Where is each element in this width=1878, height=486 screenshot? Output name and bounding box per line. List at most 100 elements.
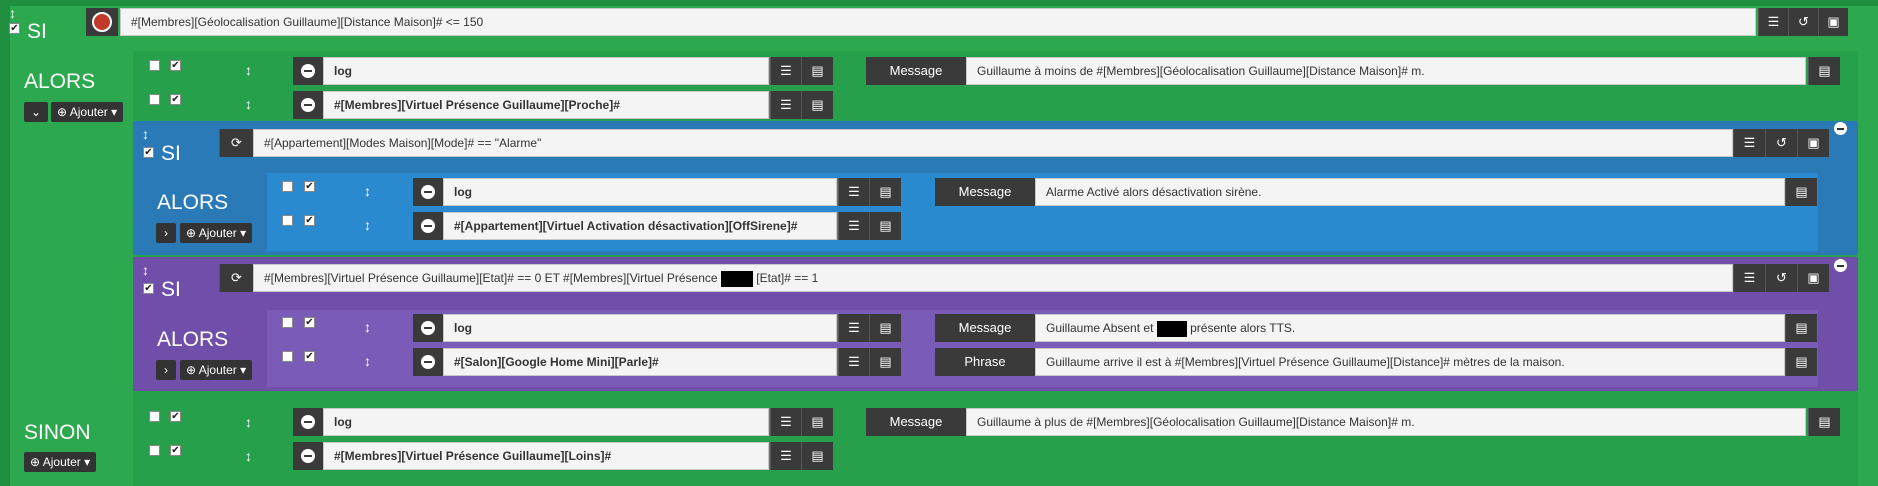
action-cmd-input[interactable]: #[Salon][Google Home Mini][Parle]# [443, 348, 837, 376]
action-enable-checkbox[interactable] [149, 60, 160, 71]
action-enable-checkbox[interactable] [149, 445, 160, 456]
action-active-checkbox[interactable] [170, 411, 181, 422]
list-alt-icon[interactable]: ▤ [1785, 314, 1817, 342]
cube-icon[interactable]: ▣ [1797, 264, 1829, 292]
remove-block-icon[interactable] [1834, 122, 1847, 135]
list-icon[interactable]: ☰ [1733, 129, 1765, 157]
cube-icon[interactable]: ▣ [1818, 8, 1848, 36]
drag-handle-icon[interactable]: ↕ [364, 218, 371, 232]
condition-input[interactable]: #[Membres][Virtuel Présence Guillaume][E… [253, 264, 1733, 292]
drag-handle-icon[interactable]: ↕ [9, 6, 16, 20]
condition-input[interactable]: #[Appartement][Modes Maison][Mode]# == "… [253, 129, 1733, 157]
add-button[interactable]: ⊕ Ajouter ▾ [51, 102, 124, 122]
action-cmd-input[interactable]: log [323, 57, 769, 85]
remove-action-button[interactable] [413, 178, 443, 206]
history-icon[interactable]: ↺ [1765, 129, 1797, 157]
drag-handle-icon[interactable]: ↕ [364, 354, 371, 368]
drag-handle-icon[interactable]: ↕ [142, 127, 149, 141]
remove-action-button[interactable] [293, 408, 323, 436]
list-icon[interactable]: ☰ [770, 442, 801, 470]
drag-handle-icon[interactable]: ↕ [245, 415, 252, 429]
option-value-input[interactable]: Guillaume à moins de #[Membres][Géolocal… [966, 57, 1806, 85]
action-enable-checkbox[interactable] [149, 411, 160, 422]
action-active-checkbox[interactable] [304, 215, 315, 226]
left-strip [0, 6, 10, 486]
list-alt-icon[interactable]: ▤ [869, 348, 901, 376]
cube-icon[interactable]: ▣ [1797, 129, 1829, 157]
expand-button[interactable]: › [156, 360, 176, 380]
condition-mode-button[interactable] [86, 8, 118, 36]
expand-button[interactable]: › [156, 223, 176, 243]
top-strip [0, 0, 1878, 6]
enable-checkbox[interactable] [9, 23, 20, 34]
list-alt-icon[interactable]: ▤ [869, 178, 901, 206]
enable-checkbox[interactable] [143, 147, 154, 158]
action-cmd-input[interactable]: log [443, 178, 837, 206]
action-active-checkbox[interactable] [304, 317, 315, 328]
remove-action-button[interactable] [413, 348, 443, 376]
action-enable-checkbox[interactable] [282, 351, 293, 362]
list-icon[interactable]: ☰ [770, 91, 801, 119]
drag-handle-icon[interactable]: ↕ [245, 97, 252, 111]
list-icon[interactable]: ☰ [770, 408, 801, 436]
add-button[interactable]: ⊕ Ajouter ▾ [180, 360, 253, 380]
drag-handle-icon[interactable]: ↕ [142, 263, 149, 277]
history-icon[interactable]: ↺ [1765, 264, 1797, 292]
action-active-checkbox[interactable] [304, 351, 315, 362]
remove-action-button[interactable] [293, 442, 323, 470]
list-icon[interactable]: ☰ [1758, 8, 1788, 36]
option-value-input[interactable]: Guillaume arrive il est à #[Membres][Vir… [1035, 348, 1785, 376]
list-icon[interactable]: ☰ [1733, 264, 1765, 292]
list-alt-icon[interactable]: ▤ [801, 408, 833, 436]
remove-block-icon[interactable] [1834, 259, 1847, 272]
option-value-input[interactable]: Alarme Activé alors désactivation sirène… [1035, 178, 1785, 206]
drag-handle-icon[interactable]: ↕ [364, 184, 371, 198]
action-cmd-input[interactable]: log [323, 408, 769, 436]
action-active-checkbox[interactable] [170, 445, 181, 456]
option-value-input[interactable]: Guillaume Absent et présente alors TTS. [1035, 314, 1785, 342]
drag-handle-icon[interactable]: ↕ [364, 320, 371, 334]
enable-checkbox[interactable] [143, 283, 154, 294]
list-alt-icon[interactable]: ▤ [1808, 408, 1840, 436]
action-enable-checkbox[interactable] [282, 215, 293, 226]
list-icon[interactable]: ☰ [838, 212, 869, 240]
add-button[interactable]: ⊕ Ajouter ▾ [24, 452, 97, 472]
remove-action-button[interactable] [293, 91, 323, 119]
remove-action-button[interactable] [413, 314, 443, 342]
action-enable-checkbox[interactable] [282, 181, 293, 192]
action-cmd-input[interactable]: #[Appartement][Virtuel Activation désact… [443, 212, 837, 240]
list-icon[interactable]: ☰ [770, 57, 801, 85]
action-cmd-input[interactable]: #[Membres][Virtuel Présence Guillaume][P… [323, 91, 769, 119]
list-alt-icon[interactable]: ▤ [1785, 348, 1817, 376]
list-alt-icon[interactable]: ▤ [869, 212, 901, 240]
remove-action-button[interactable] [413, 212, 443, 240]
option-value-input[interactable]: Guillaume à plus de #[Membres][Géolocali… [966, 408, 1806, 436]
list-icon[interactable]: ☰ [838, 178, 869, 206]
action-enable-checkbox[interactable] [149, 94, 160, 105]
remove-action-button[interactable] [293, 57, 323, 85]
drag-handle-icon[interactable]: ↕ [245, 63, 252, 77]
list-alt-icon[interactable]: ▤ [1808, 57, 1840, 85]
collapse-button[interactable]: ⌄ [24, 102, 48, 122]
refresh-icon[interactable]: ⟳ [219, 264, 253, 292]
minus-circle-icon [421, 321, 435, 335]
list-alt-icon[interactable]: ▤ [801, 57, 833, 85]
history-icon[interactable]: ↺ [1788, 8, 1818, 36]
list-icon[interactable]: ☰ [838, 348, 869, 376]
refresh-icon[interactable]: ⟳ [219, 129, 253, 157]
drag-handle-icon[interactable]: ↕ [245, 449, 252, 463]
condition-input[interactable]: #[Membres][Géolocalisation Guillaume][Di… [120, 8, 1756, 36]
action-cmd-input[interactable]: #[Membres][Virtuel Présence Guillaume][L… [323, 442, 769, 470]
list-alt-icon[interactable]: ▤ [801, 91, 833, 119]
list-alt-icon[interactable]: ▤ [869, 314, 901, 342]
action-active-checkbox[interactable] [170, 60, 181, 71]
action-active-checkbox[interactable] [304, 181, 315, 192]
list-alt-icon[interactable]: ▤ [801, 442, 833, 470]
action-cmd-input[interactable]: log [443, 314, 837, 342]
list-icon[interactable]: ☰ [838, 314, 869, 342]
action-active-checkbox[interactable] [170, 94, 181, 105]
add-button[interactable]: ⊕ Ajouter ▾ [180, 223, 253, 243]
list-alt-icon[interactable]: ▤ [1785, 178, 1817, 206]
action-enable-checkbox[interactable] [282, 317, 293, 328]
si-label: SI [161, 278, 181, 301]
